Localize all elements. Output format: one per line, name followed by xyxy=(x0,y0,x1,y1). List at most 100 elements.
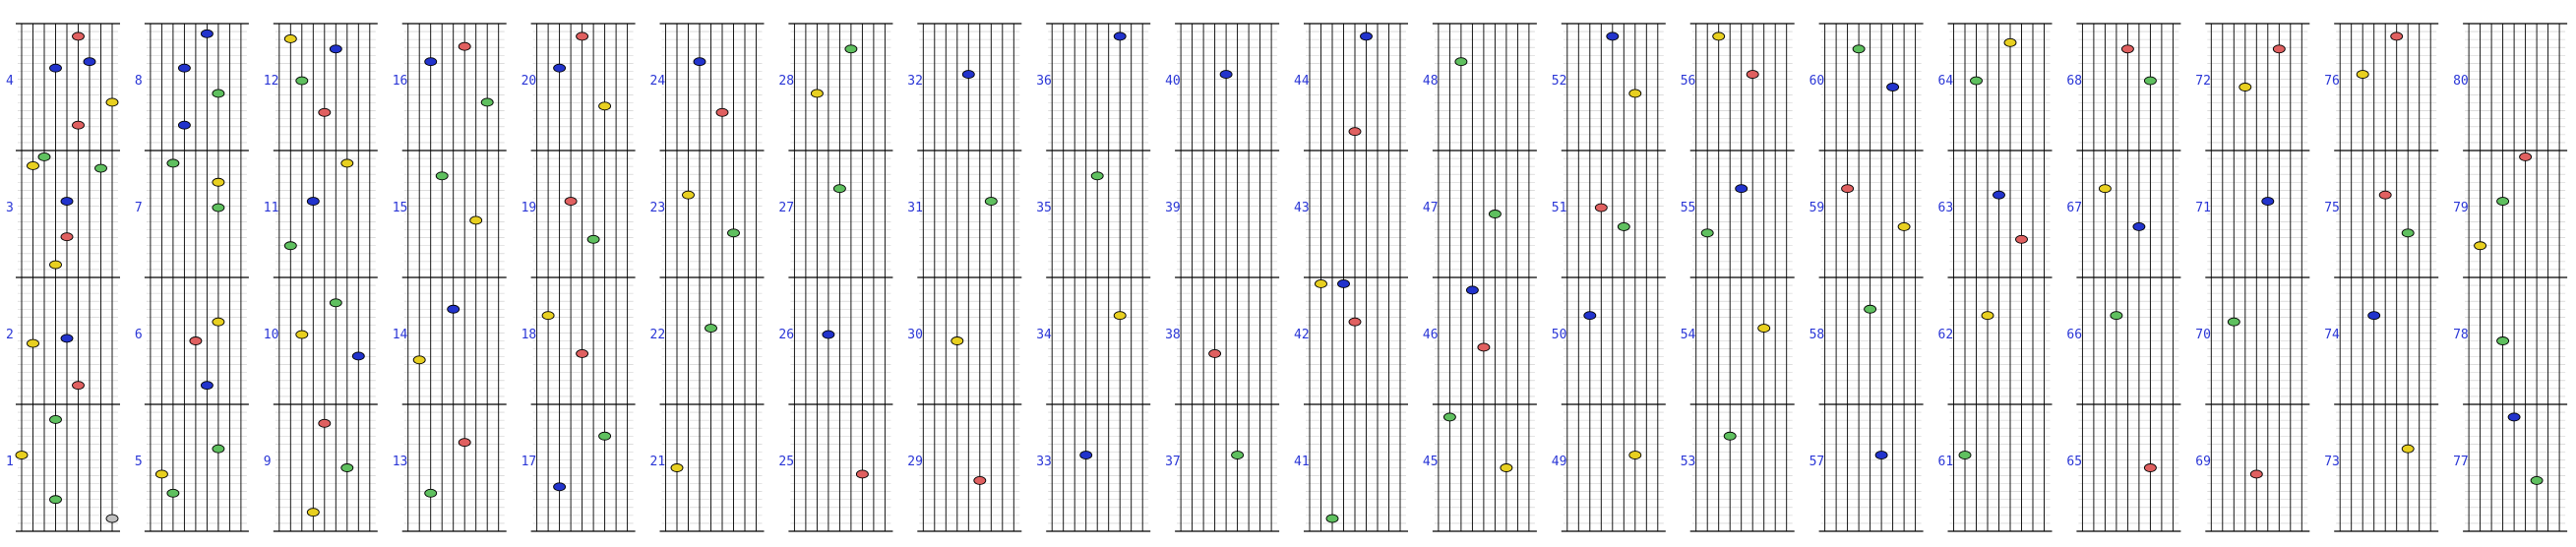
measure-number: 1 xyxy=(6,455,14,469)
note-marker xyxy=(1219,70,1233,80)
note-marker xyxy=(1712,31,1726,41)
measure-number: 9 xyxy=(264,455,272,469)
note-marker xyxy=(295,76,309,86)
note-marker xyxy=(480,97,494,107)
measure-number: 34 xyxy=(1036,328,1052,342)
note-marker xyxy=(283,241,297,251)
note-marker xyxy=(2239,83,2252,91)
measure-number: 10 xyxy=(264,328,279,342)
measure-number: 6 xyxy=(135,328,143,342)
note-marker xyxy=(576,348,589,358)
note-marker xyxy=(94,163,107,173)
note-marker xyxy=(295,330,309,339)
note-marker xyxy=(351,351,365,361)
measure-number: 60 xyxy=(1809,74,1825,89)
note-marker xyxy=(2120,44,2134,54)
measure-number: 50 xyxy=(1552,328,1567,342)
measure-number: 59 xyxy=(1809,201,1825,215)
note-marker xyxy=(1735,184,1748,194)
note-marker xyxy=(72,120,85,130)
measure-number: 40 xyxy=(1165,74,1181,89)
measure-number: 23 xyxy=(650,201,666,215)
measure-number: 67 xyxy=(2066,201,2082,215)
note-marker xyxy=(49,260,62,270)
note-marker xyxy=(598,431,612,441)
note-marker xyxy=(553,482,567,492)
measure-number: 3 xyxy=(6,201,14,215)
measure-number: 38 xyxy=(1165,328,1181,342)
note-marker xyxy=(1113,31,1127,41)
note-marker xyxy=(1477,342,1491,352)
measure-number: 63 xyxy=(1938,201,1954,215)
measure-number: 5 xyxy=(135,455,143,469)
note-marker xyxy=(1488,210,1502,218)
note-marker xyxy=(166,158,180,168)
measure-number: 2 xyxy=(6,328,14,342)
note-marker xyxy=(1746,70,1759,80)
note-marker xyxy=(727,228,740,238)
measure-number: 14 xyxy=(393,328,408,342)
measure-number: 27 xyxy=(778,201,794,215)
note-marker xyxy=(306,508,320,517)
note-marker xyxy=(2098,184,2112,194)
measure-number: 19 xyxy=(521,201,537,215)
measure-number: 80 xyxy=(2453,74,2469,89)
measure-number: 30 xyxy=(907,328,923,342)
measure-number: 51 xyxy=(1552,201,1567,215)
note-marker xyxy=(1079,451,1093,460)
note-marker xyxy=(1360,31,1373,41)
note-marker xyxy=(2401,228,2415,238)
note-marker xyxy=(2390,31,2404,41)
note-marker xyxy=(2530,475,2544,485)
measure-number: 20 xyxy=(521,74,537,89)
note-marker xyxy=(951,336,964,345)
note-marker xyxy=(1852,44,1866,54)
measure-number: 70 xyxy=(2195,328,2211,342)
measure-number: 39 xyxy=(1165,201,1181,215)
note-marker xyxy=(576,31,589,41)
note-marker xyxy=(2496,197,2510,207)
note-marker xyxy=(2474,241,2487,251)
note-marker xyxy=(166,488,180,498)
note-marker xyxy=(1583,311,1597,321)
measure-number: 37 xyxy=(1165,455,1181,469)
measure-number: 71 xyxy=(2195,201,2211,215)
note-marker xyxy=(1981,311,1994,321)
note-marker xyxy=(670,463,684,472)
note-marker xyxy=(212,89,225,98)
note-marker xyxy=(1628,451,1642,460)
note-marker xyxy=(2356,70,2369,80)
note-marker xyxy=(329,44,342,54)
note-marker xyxy=(1442,412,1456,422)
note-marker xyxy=(1757,324,1771,334)
note-marker xyxy=(200,381,214,391)
measure-number: 25 xyxy=(778,455,794,469)
measure-number: 18 xyxy=(521,328,537,342)
note-marker xyxy=(1500,463,1513,472)
note-marker xyxy=(1348,317,1362,327)
note-marker xyxy=(1348,127,1362,137)
note-marker xyxy=(27,338,39,348)
note-marker xyxy=(318,418,332,428)
note-marker xyxy=(177,120,191,130)
note-marker xyxy=(1617,221,1630,231)
measure-number: 48 xyxy=(1423,74,1439,89)
note-marker xyxy=(1315,279,1327,288)
measure-number: 66 xyxy=(2066,328,2082,342)
measure-number: 21 xyxy=(650,455,666,469)
note-marker xyxy=(435,171,449,181)
note-marker xyxy=(306,197,320,207)
note-marker xyxy=(458,41,471,51)
measure-number: 74 xyxy=(2324,328,2340,342)
note-marker xyxy=(49,63,62,73)
note-marker xyxy=(212,317,225,327)
note-marker xyxy=(1700,228,1714,238)
note-marker xyxy=(212,177,225,187)
note-marker xyxy=(832,184,846,194)
note-marker xyxy=(340,463,354,472)
note-marker xyxy=(37,152,51,161)
note-marker xyxy=(564,197,578,207)
measure-number: 33 xyxy=(1036,455,1052,469)
measure-number: 64 xyxy=(1938,74,1954,89)
measure-number: 69 xyxy=(2195,455,2211,469)
